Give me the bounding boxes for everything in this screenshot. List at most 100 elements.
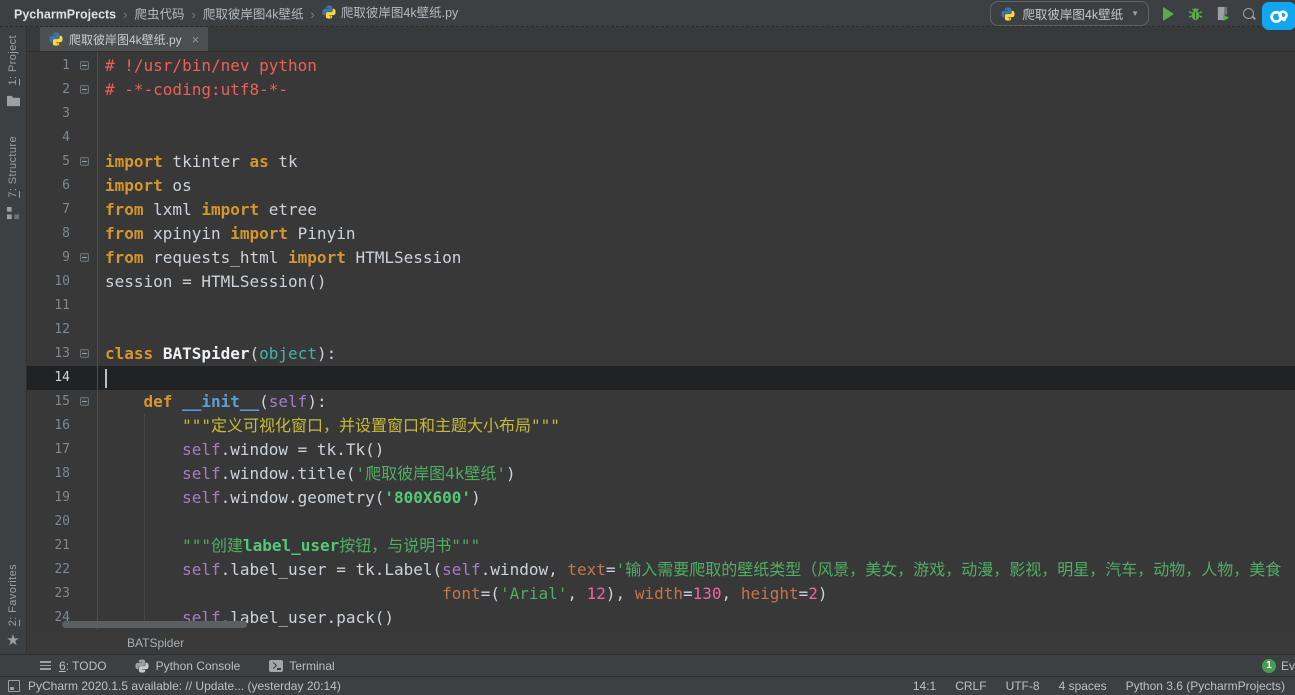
code-line-9[interactable]: 9from requests_html import HTMLSession bbox=[27, 246, 1295, 270]
text-caret bbox=[105, 369, 107, 388]
code-line-22[interactable]: 22 self.label_user = tk.Label(self.windo… bbox=[27, 558, 1295, 582]
sidebar-item-structure[interactable]: 7: Structure bbox=[5, 136, 21, 221]
code-editor[interactable]: 1# !/usr/bin/nev python2# -*-coding:utf8… bbox=[27, 52, 1295, 632]
code-line-7[interactable]: 7from lxml import etree bbox=[27, 198, 1295, 222]
code-line-3[interactable]: 3 bbox=[27, 102, 1295, 126]
code-line-17[interactable]: 17 self.window = tk.Tk() bbox=[27, 438, 1295, 462]
code-line-1[interactable]: 1# !/usr/bin/nev python bbox=[27, 54, 1295, 78]
code-text bbox=[97, 510, 105, 534]
code-token: import bbox=[230, 224, 288, 243]
code-text: class BATSpider(object): bbox=[97, 342, 336, 366]
status-file-encoding[interactable]: UTF-8 bbox=[1006, 679, 1040, 693]
star-icon: ★ bbox=[6, 633, 19, 648]
code-line-12[interactable]: 12 bbox=[27, 318, 1295, 342]
event-log-button[interactable]: 1Ev bbox=[1262, 659, 1295, 673]
fold-column bbox=[75, 414, 97, 438]
run-button[interactable] bbox=[1160, 6, 1176, 22]
fold-column bbox=[75, 558, 97, 582]
code-line-2[interactable]: 2# -*-coding:utf8-*- bbox=[27, 78, 1295, 102]
line-number: 13 bbox=[27, 342, 75, 366]
code-line-14[interactable]: 14 bbox=[27, 366, 1295, 390]
code-line-19[interactable]: 19 self.window.geometry('800X600') bbox=[27, 486, 1295, 510]
code-line-8[interactable]: 8from xpinyin import Pinyin bbox=[27, 222, 1295, 246]
code-token: import bbox=[105, 152, 163, 171]
code-line-11[interactable]: 11 bbox=[27, 294, 1295, 318]
status-python-interpreter[interactable]: Python 3.6 (PycharmProjects) bbox=[1126, 679, 1285, 693]
code-token: os bbox=[163, 176, 192, 195]
fold-marker-icon[interactable] bbox=[80, 85, 89, 94]
code-token: object bbox=[259, 344, 317, 363]
code-line-15[interactable]: 15 def __init__(self): bbox=[27, 390, 1295, 414]
code-line-13[interactable]: 13 class BATSpider(object): bbox=[27, 342, 1295, 366]
gutter: 7 bbox=[27, 198, 97, 222]
code-token: ) bbox=[471, 488, 481, 507]
horizontal-scrollbar[interactable] bbox=[62, 621, 247, 628]
code-token bbox=[172, 392, 182, 411]
coverage-button[interactable] bbox=[1214, 6, 1230, 22]
gutter: 23 bbox=[27, 582, 97, 606]
fold-marker-icon[interactable] bbox=[80, 61, 89, 70]
code-line-21[interactable]: 21 """创建label_user按钮，与说明书""" bbox=[27, 534, 1295, 558]
gutter: 5 bbox=[27, 150, 97, 174]
code-token: lxml bbox=[144, 200, 202, 219]
fold-column bbox=[75, 390, 97, 414]
toolwindow-toggle-icon[interactable] bbox=[8, 680, 20, 692]
code-text: font=('Arial', 12), width=130, height=2) bbox=[97, 582, 828, 606]
breadcrumb-item[interactable]: PycharmProjects bbox=[14, 8, 116, 22]
code-text: self.window.title('爬取彼岸图4k壁纸') bbox=[97, 462, 516, 486]
sidebar-item-favorites[interactable]: 2: Favorites ★ bbox=[6, 564, 19, 648]
tab-active-file[interactable]: 爬取彼岸图4k壁纸.py × bbox=[40, 27, 208, 51]
debug-button[interactable] bbox=[1187, 6, 1203, 22]
code-text: session = HTMLSession() bbox=[97, 270, 327, 294]
python-icon bbox=[135, 658, 150, 673]
left-toolwindow-stripe: 1: Project 7: Structure 2: Favorites ★ bbox=[0, 27, 27, 654]
status-message[interactable]: PyCharm 2020.1.5 available: // Update...… bbox=[28, 679, 341, 693]
tab-title: 爬取彼岸图4k壁纸.py bbox=[69, 31, 182, 48]
code-token: BATSpider bbox=[163, 344, 250, 363]
fold-marker-icon[interactable] bbox=[80, 349, 89, 358]
close-icon[interactable]: × bbox=[192, 32, 200, 47]
netdisk-overlay-icon[interactable] bbox=[1262, 2, 1295, 30]
breadcrumb-item[interactable]: 爬虫代码 bbox=[134, 8, 184, 22]
code-line-23[interactable]: 23 font=('Arial', 12), width=130, height… bbox=[27, 582, 1295, 606]
toolwindow-button-terminal[interactable]: Terminal bbox=[268, 658, 334, 673]
code-line-16[interactable]: 16 """定义可视化窗口，并设置窗口和主题大小布局""" bbox=[27, 414, 1295, 438]
fold-marker-icon[interactable] bbox=[80, 253, 89, 262]
code-token: self bbox=[442, 560, 481, 579]
fold-marker-icon[interactable] bbox=[80, 397, 89, 406]
gutter: 17 bbox=[27, 438, 97, 462]
code-token: Pinyin bbox=[288, 224, 355, 243]
breadcrumb-item[interactable]: 爬取彼岸图4k壁纸 bbox=[203, 8, 304, 22]
code-line-5[interactable]: 5import tkinter as tk bbox=[27, 150, 1295, 174]
code-token bbox=[153, 344, 163, 363]
event-count-badge: 1 bbox=[1262, 659, 1276, 673]
code-token: 按钮，与说明书""" bbox=[339, 536, 480, 555]
code-line-18[interactable]: 18 self.window.title('爬取彼岸图4k壁纸') bbox=[27, 462, 1295, 486]
code-token: '爬取彼岸图4k壁纸' bbox=[355, 464, 506, 483]
code-token bbox=[105, 416, 182, 435]
editor-breadcrumb[interactable]: BATSpider bbox=[27, 632, 1295, 654]
fold-column bbox=[75, 270, 97, 294]
code-line-20[interactable]: 20 bbox=[27, 510, 1295, 534]
code-token: '800X600' bbox=[384, 488, 471, 507]
code-line-4[interactable]: 4 bbox=[27, 126, 1295, 150]
run-configuration-select[interactable]: 爬取彼岸图4k壁纸 ▼ bbox=[990, 1, 1149, 26]
sidebar-item-project[interactable]: 1: Project bbox=[5, 35, 21, 108]
code-token: # -*-coding:utf8-*- bbox=[105, 80, 288, 99]
fold-column bbox=[75, 126, 97, 150]
code-token: self bbox=[182, 440, 221, 459]
status-indent-style[interactable]: 4 spaces bbox=[1059, 679, 1107, 693]
code-token: # !/usr/bin/nev python bbox=[105, 56, 317, 75]
code-line-10[interactable]: 10 session = HTMLSession() bbox=[27, 270, 1295, 294]
code-token: self bbox=[182, 464, 221, 483]
status-line-separator[interactable]: CRLF bbox=[955, 679, 986, 693]
fold-marker-icon[interactable] bbox=[80, 157, 89, 166]
toolwindow-button-python-console[interactable]: Python Console bbox=[135, 658, 241, 673]
search-everywhere-button[interactable] bbox=[1241, 6, 1257, 22]
breadcrumb-label: 爬取彼岸图4k壁纸.py bbox=[341, 2, 458, 21]
breadcrumb-item[interactable]: 爬取彼岸图4k壁纸.py bbox=[322, 2, 458, 21]
status-caret-position[interactable]: 14:1 bbox=[913, 679, 936, 693]
toolwindow-button--todo[interactable]: 6: TODO bbox=[38, 658, 107, 673]
line-number: 10 bbox=[27, 270, 75, 294]
code-line-6[interactable]: 6import os bbox=[27, 174, 1295, 198]
